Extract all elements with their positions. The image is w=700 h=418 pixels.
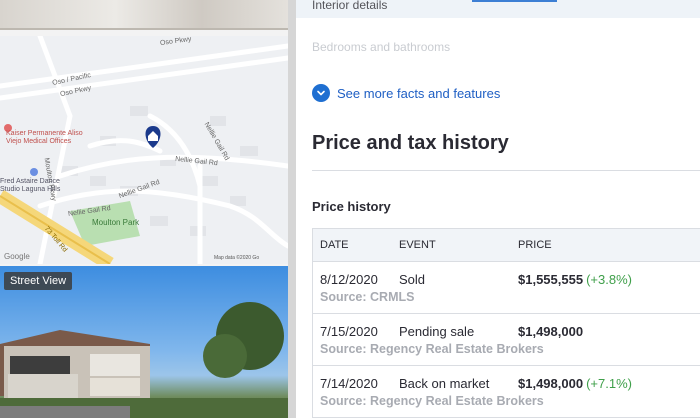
google-logo: Google [4,252,30,261]
bedrooms-bathrooms-label: Bedrooms and bathrooms [312,40,451,54]
row-price: $1,498,000 [518,376,584,391]
row-date: 7/15/2020 [320,324,378,339]
table-row: 8/12/2020 Sold $1,555,555 (+3.8%) Source:… [313,262,700,314]
row-event: Back on market [399,376,490,391]
row-event: Pending sale [399,324,475,339]
details-panel: Interior details Bedrooms and bathrooms … [296,0,700,418]
row-source: Source: Regency Real Estate Brokers [320,394,544,408]
home-photo-top[interactable] [0,0,288,30]
media-panel: Oso Pkwy Oso / Pacific Oso Pkwy Moulton … [0,0,288,418]
row-date: 7/14/2020 [320,376,378,391]
row-price: $1,555,555 [518,272,584,287]
poi-kaiser[interactable]: Kaiser Permanente Aliso Viejo Medical Of… [6,130,83,146]
price-history-heading: Price history [312,199,391,214]
see-more-facts-button[interactable]: See more facts and features [312,84,500,102]
see-more-facts-label: See more facts and features [337,85,501,101]
active-tab-indicator [472,0,557,2]
row-price-cell: $1,498,000 [518,324,583,339]
row-price-cell: $1,555,555 (+3.8%) [518,272,632,287]
row-change: (+7.1%) [586,376,632,391]
table-row: 7/15/2020 Pending sale $1,498,000 Source… [313,314,700,366]
row-source: Source: CRMLS [320,290,415,304]
row-price: $1,498,000 [518,324,584,339]
street-view-image [0,302,288,418]
row-event: Sold [399,272,426,287]
row-change: (+3.8%) [586,272,632,287]
park-label: Moulton Park [92,218,140,227]
location-map[interactable]: Oso Pkwy Oso / Pacific Oso Pkwy Moulton … [0,36,288,264]
price-tax-history-heading: Price and tax history [312,132,509,154]
column-event: EVENT [399,239,436,251]
row-date: 8/12/2020 [320,272,378,287]
map-attribution: Map data ©2020 Go [214,255,260,261]
table-header: DATE EVENT PRICE [313,229,700,262]
panel-divider[interactable] [288,0,296,418]
column-price: PRICE [518,239,552,251]
row-source: Source: Regency Real Estate Brokers [320,342,544,356]
interior-details-label: Interior details [312,0,388,12]
section-divider [312,170,700,171]
street-view[interactable]: Street View [0,266,288,418]
chevron-down-icon [312,84,330,102]
price-history-table: DATE EVENT PRICE 8/12/2020 Sold $1,555,5… [312,228,700,418]
table-row: 7/14/2020 Back on market $1,498,000 (+7.1… [313,366,700,418]
column-date: DATE [320,239,349,251]
poi-dance[interactable]: Fred Astaire Dance Studio Laguna Hills [0,178,60,194]
row-price-cell: $1,498,000 (+7.1%) [518,376,632,391]
